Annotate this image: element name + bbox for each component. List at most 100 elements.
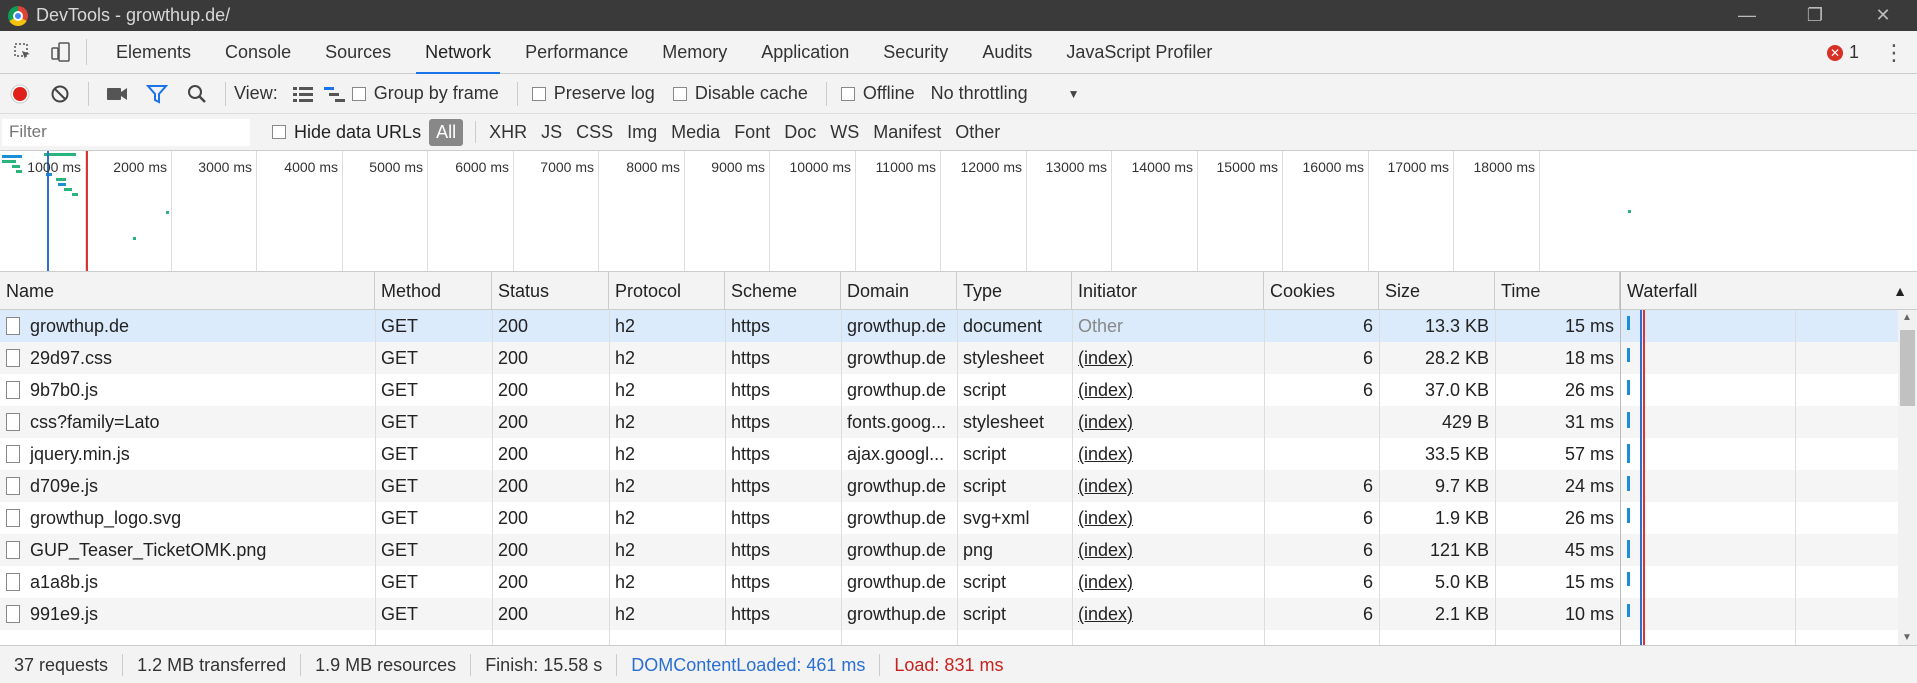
type-filter-ws[interactable]: WS — [823, 119, 866, 146]
cell-size: 121 KB — [1429, 540, 1489, 560]
table-scrollbar[interactable]: ▲ ▼ — [1898, 310, 1917, 645]
tab-javascript-profiler[interactable]: JavaScript Profiler — [1049, 31, 1229, 74]
tab-memory[interactable]: Memory — [645, 31, 744, 74]
large-rows-icon[interactable] — [288, 74, 318, 114]
type-filter-font[interactable]: Font — [727, 119, 777, 146]
cell-domain: growthup.de — [847, 540, 947, 560]
hide-data-urls-checkbox[interactable] — [272, 125, 286, 139]
table-row[interactable]: jquery.min.js GET 200 h2 https ajax.googl... s… — [0, 438, 1917, 470]
record-button[interactable] — [0, 74, 40, 114]
column-header-initiator[interactable]: Initiator — [1072, 272, 1264, 310]
column-header-method[interactable]: Method — [375, 272, 492, 310]
overview-bar — [133, 237, 136, 240]
offline-checkbox[interactable] — [840, 86, 855, 101]
cell-initiator[interactable]: (index) — [1072, 470, 1264, 502]
type-filter-all[interactable]: All — [429, 118, 464, 146]
column-divider — [1495, 310, 1496, 645]
table-row[interactable]: growthup_logo.svg GET 200 h2 https growthup.d… — [0, 502, 1917, 534]
overview-waterfall-icon[interactable] — [318, 74, 352, 114]
type-filter-img[interactable]: Img — [620, 119, 664, 146]
table-row[interactable]: d709e.js GET 200 h2 https growthup.de script (i… — [0, 470, 1917, 502]
scroll-up-icon[interactable]: ▲ — [1902, 312, 1912, 323]
cell-initiator[interactable]: (index) — [1072, 406, 1264, 438]
type-filter-media[interactable]: Media — [664, 119, 727, 146]
type-filter-js[interactable]: JS — [534, 119, 569, 146]
filter-icon[interactable] — [137, 74, 177, 114]
column-header-size[interactable]: Size — [1379, 272, 1495, 310]
cell-initiator[interactable]: (index) — [1072, 342, 1264, 374]
tab-sources[interactable]: Sources — [308, 31, 408, 74]
column-header-protocol[interactable]: Protocol — [609, 272, 725, 310]
table-row[interactable]: growthup.de GET 200 h2 https growthup.de docum… — [0, 310, 1917, 342]
column-header-waterfall[interactable]: Waterfall ▲ — [1620, 272, 1917, 310]
device-toolbar-icon[interactable] — [46, 37, 76, 67]
cell-initiator[interactable]: (index) — [1072, 534, 1264, 566]
type-filter-xhr[interactable]: XHR — [482, 119, 534, 146]
column-header-status[interactable]: Status — [492, 272, 609, 310]
table-row[interactable]: GUP_Teaser_TicketOMK.png GET 200 h2 https gro… — [0, 534, 1917, 566]
table-row[interactable]: a1a8b.js GET 200 h2 https growthup.de script (i… — [0, 566, 1917, 598]
more-options-icon[interactable]: ⋮ — [1883, 42, 1905, 64]
overview-tick-label: 12000 ms — [960, 159, 1022, 175]
filter-divider — [475, 121, 477, 143]
file-icon — [6, 445, 20, 463]
minimize-button[interactable]: — — [1713, 0, 1781, 31]
cell-method: GET — [381, 348, 419, 368]
cell-name: d709e.js — [0, 470, 375, 502]
overview-tick-label: 7000 ms — [540, 159, 594, 175]
cell-initiator[interactable]: (index) — [1072, 438, 1264, 470]
table-row[interactable]: css?family=Lato GET 200 h2 https fonts.goog..… — [0, 406, 1917, 438]
window-controls: — ❐ ✕ — [1713, 0, 1917, 31]
clear-button[interactable] — [40, 74, 80, 114]
overview-bar — [166, 211, 169, 214]
type-filter-css[interactable]: CSS — [569, 119, 620, 146]
tab-audits[interactable]: Audits — [965, 31, 1049, 74]
preserve-log-checkbox[interactable] — [531, 86, 546, 101]
cell-method: GET — [381, 444, 419, 464]
inspect-element-icon[interactable] — [8, 37, 38, 67]
scrollbar-thumb[interactable] — [1900, 330, 1915, 406]
tab-network[interactable]: Network — [408, 31, 508, 74]
restore-button[interactable]: ❐ — [1781, 0, 1849, 31]
cell-scheme: https — [731, 412, 771, 432]
hide-data-urls[interactable]: Hide data URLs — [272, 122, 421, 143]
column-divider — [492, 310, 493, 645]
type-filter-other[interactable]: Other — [948, 119, 1007, 146]
timeline-overview[interactable]: 1000 ms 2000 ms 3000 ms 4000 ms 5000 ms 6000 … — [0, 151, 1917, 272]
cell-initiator[interactable]: (index) — [1072, 374, 1264, 406]
disable-cache-checkbox[interactable] — [672, 86, 687, 101]
cell-cookies: 6 — [1362, 540, 1373, 560]
tab-elements[interactable]: Elements — [99, 31, 208, 74]
column-header-cookies[interactable]: Cookies — [1264, 272, 1379, 310]
cell-initiator[interactable]: (index) — [1072, 598, 1264, 630]
search-icon[interactable] — [177, 74, 217, 114]
error-counter[interactable]: ✕ 1 — [1826, 42, 1859, 63]
column-header-type[interactable]: Type — [957, 272, 1072, 310]
screenshot-camera-icon[interactable] — [97, 74, 137, 114]
column-header-scheme[interactable]: Scheme — [725, 272, 841, 310]
close-button[interactable]: ✕ — [1849, 0, 1917, 31]
cell-initiator[interactable]: (index) — [1072, 502, 1264, 534]
waterfall-bar — [1627, 476, 1630, 491]
cell-domain: growthup.de — [847, 316, 947, 336]
filter-input[interactable] — [2, 118, 250, 146]
table-row[interactable]: 29d97.css GET 200 h2 https growthup.de stylesh… — [0, 342, 1917, 374]
tab-console[interactable]: Console — [208, 31, 308, 74]
column-header-domain[interactable]: Domain — [841, 272, 957, 310]
table-row[interactable]: 9b7b0.js GET 200 h2 https growthup.de script (i… — [0, 374, 1917, 406]
column-header-time[interactable]: Time — [1495, 272, 1620, 310]
type-filter-doc[interactable]: Doc — [777, 119, 823, 146]
waterfall-bar — [1627, 348, 1630, 363]
type-filter-manifest[interactable]: Manifest — [866, 119, 948, 146]
resources-size: 1.9 MB resources — [301, 653, 472, 676]
table-row[interactable]: 991e9.js GET 200 h2 https growthup.de script (i… — [0, 598, 1917, 630]
hide-data-urls-label: Hide data URLs — [294, 121, 422, 142]
tab-security[interactable]: Security — [866, 31, 965, 74]
column-header-name[interactable]: Name — [0, 272, 375, 310]
tab-performance[interactable]: Performance — [508, 31, 645, 74]
scroll-down-icon[interactable]: ▼ — [1902, 632, 1912, 643]
group-by-frame-checkbox[interactable] — [351, 86, 366, 101]
cell-initiator[interactable]: (index) — [1072, 566, 1264, 598]
tab-application[interactable]: Application — [744, 31, 866, 74]
throttling-select[interactable]: No throttling ▼ — [931, 83, 1080, 104]
